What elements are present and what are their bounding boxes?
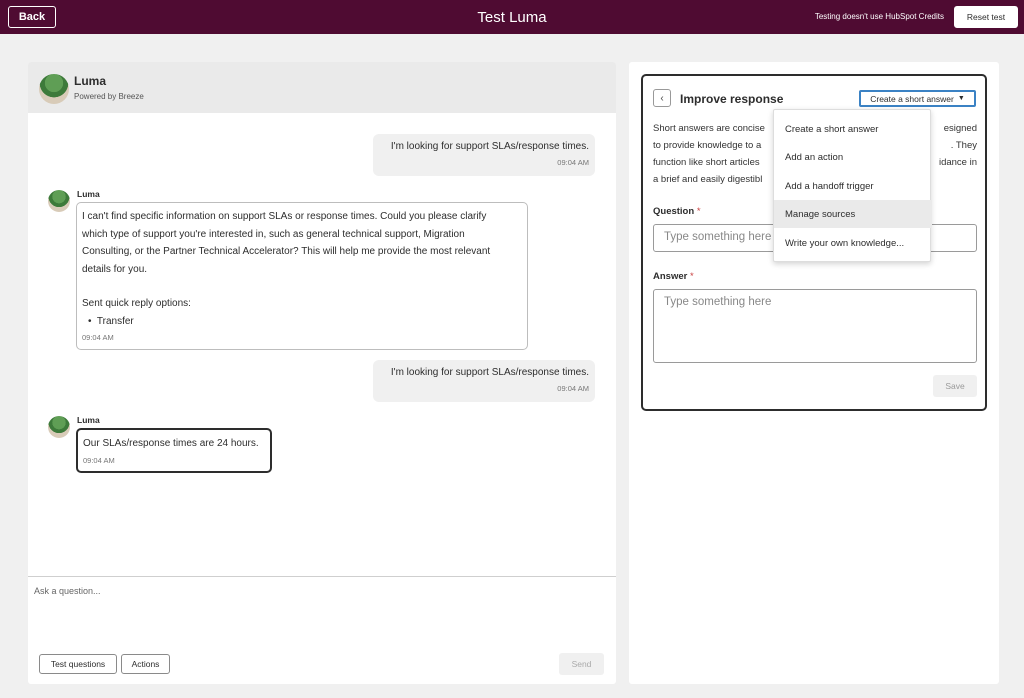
bot-sender-label: Luma: [77, 415, 100, 425]
reset-test-button[interactable]: Reset test: [954, 6, 1018, 28]
credits-note: Testing doesn't use HubSpot Credits: [814, 12, 944, 21]
message-time: 09:04 AM: [82, 333, 114, 342]
dropdown-item-create-short-answer[interactable]: Create a short answer: [774, 115, 932, 143]
bot-avatar: [48, 416, 70, 438]
caret-down-icon: ▼: [957, 95, 965, 102]
bot-message-selected[interactable]: Our SLAs/response times are 24 hours. 09…: [76, 428, 272, 473]
message-time: 09:04 AM: [83, 455, 115, 465]
question-input[interactable]: Ask a question...: [34, 586, 101, 596]
dropdown-item-add-action[interactable]: Add an action: [774, 143, 932, 171]
description-line-right: idance in: [938, 157, 977, 168]
bot-message: I can't find specific information on sup…: [76, 202, 528, 350]
bot-message-line: Consulting, or the Partner Technical Acc…: [82, 246, 491, 257]
user-message-text: I'm looking for support SLAs/response ti…: [390, 367, 589, 378]
user-message: I'm looking for support SLAs/response ti…: [373, 360, 595, 402]
user-message-text: I'm looking for support SLAs/response ti…: [390, 141, 589, 152]
description-line: function like short articles: [653, 157, 760, 168]
dropdown-item-manage-sources[interactable]: Manage sources: [774, 200, 932, 228]
bot-message-line: I can't find specific information on sup…: [82, 211, 487, 222]
bot-sender-label: Luma: [77, 189, 100, 199]
response-type-value: Create a short answer: [870, 93, 954, 104]
bot-avatar: [39, 74, 69, 104]
description-line-right: esigned: [943, 123, 977, 134]
response-type-select[interactable]: Create a short answer ▼: [859, 90, 976, 107]
dropdown-item-add-handoff-trigger[interactable]: Add a handoff trigger: [774, 172, 932, 200]
chat-panel: Luma Powered by Breeze I'm looking for s…: [28, 62, 616, 684]
dropdown-item-write-own-knowledge[interactable]: Write your own knowledge...: [774, 229, 932, 257]
description-line: to provide knowledge to a: [653, 140, 762, 151]
description-line: a brief and easily digestibl: [653, 174, 763, 185]
bot-subtitle: Powered by Breeze: [74, 92, 144, 101]
bot-message-line: which type of support you're interested …: [82, 228, 465, 240]
question-label: Question *: [653, 206, 701, 217]
bot-message-line: details for you.: [82, 263, 148, 275]
test-questions-button[interactable]: Test questions: [39, 654, 117, 674]
chat-input-area: Ask a question... Test questions Actions…: [28, 576, 616, 684]
user-message: I'm looking for support SLAs/response ti…: [373, 134, 595, 176]
bot-avatar: [48, 190, 70, 212]
bot-name: Luma: [74, 74, 107, 88]
description-line: Short answers are concise: [653, 123, 765, 134]
top-bar: Back Test Luma Testing doesn't use HubSp…: [0, 0, 1024, 34]
quick-reply-heading: Sent quick reply options:: [82, 298, 191, 309]
description-line-right: . They: [950, 140, 977, 151]
actions-button[interactable]: Actions: [121, 654, 170, 674]
message-time: 09:04 AM: [557, 384, 589, 393]
chat-header: Luma Powered by Breeze: [28, 62, 616, 113]
send-button[interactable]: Send: [559, 653, 604, 675]
message-time: 09:04 AM: [557, 158, 589, 167]
answer-field[interactable]: Type something here: [653, 289, 977, 363]
quick-reply-item: • Transfer: [88, 315, 134, 327]
bot-message-text: Our SLAs/response times are 24 hours.: [83, 438, 259, 449]
response-type-dropdown: Create a short answer Add an action Add …: [773, 109, 932, 262]
save-button[interactable]: Save: [933, 375, 977, 397]
chevron-left-icon[interactable]: ‹: [653, 89, 671, 107]
improve-title: Improve response: [680, 92, 784, 106]
answer-label: Answer *: [653, 271, 694, 282]
